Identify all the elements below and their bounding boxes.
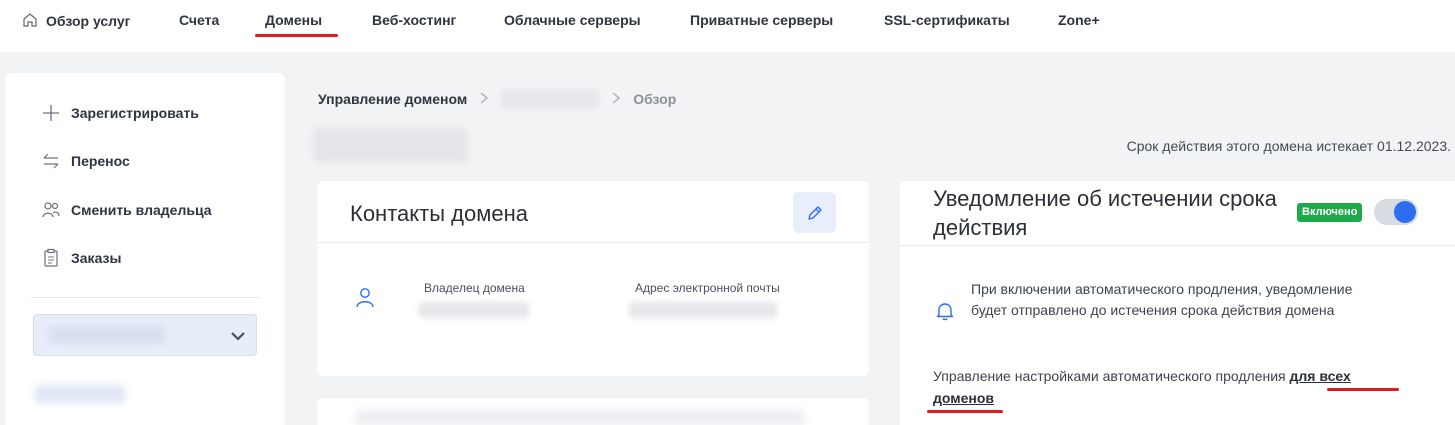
sidebar-item-label: Перенос	[71, 153, 130, 169]
redacted-domain-crumb[interactable]	[501, 89, 600, 109]
chevron-right-icon	[479, 91, 489, 108]
users-icon	[42, 202, 60, 218]
breadcrumb-current: Обзор	[633, 91, 677, 107]
nav-item-cloud-servers[interactable]: Облачные серверы	[504, 12, 641, 28]
manage-auto-renew-text: Управление настройками автоматического п…	[933, 365, 1413, 409]
redacted-owner-value	[418, 302, 529, 318]
clipboard-icon	[44, 248, 58, 267]
redacted-page-title	[313, 128, 468, 162]
redacted-domain-value	[48, 326, 166, 344]
nav-item-label: SSL-сертификаты	[884, 12, 1010, 28]
sidebar-item-label: Сменить владельца	[71, 202, 212, 218]
user-icon	[356, 288, 374, 308]
toggle-knob	[1394, 201, 1416, 223]
highlight-underline-domains	[255, 34, 338, 37]
bell-icon	[936, 303, 954, 321]
nav-item-domains[interactable]: Домены	[265, 12, 322, 28]
nav-item-zone-plus[interactable]: Zone+	[1058, 12, 1100, 28]
nav-item-label: Облачные серверы	[504, 12, 641, 28]
card-divider	[317, 242, 869, 243]
nav-item-private-servers[interactable]: Приватные серверы	[690, 12, 833, 28]
nav-item-ssl-certificates[interactable]: SSL-сертификаты	[884, 12, 1010, 28]
status-badge: Включено	[1297, 203, 1363, 222]
plus-icon	[43, 105, 59, 121]
sidebar-item-change-owner[interactable]: Сменить владельца	[41, 200, 212, 220]
nav-item-label: Приватные серверы	[690, 12, 834, 28]
contacts-card-title: Контакты домена	[350, 201, 528, 226]
card-divider	[900, 245, 1455, 246]
transfer-arrows-icon	[43, 153, 59, 169]
sidebar-item-transfer[interactable]: Перенос	[41, 151, 130, 171]
domain-expiry-text: Срок действия этого домена истекает 01.1…	[1126, 138, 1451, 154]
notification-card-title: Уведомление об истечении срока действия	[933, 186, 1277, 240]
nav-item-web-hosting[interactable]: Веб-хостинг	[372, 12, 456, 28]
chevron-right-icon	[611, 91, 621, 108]
redacted-email-value	[629, 302, 777, 318]
sidebar-divider	[31, 297, 259, 298]
sidebar-item-register[interactable]: Зарегистрировать	[41, 103, 199, 123]
owner-label: Владелец домена	[424, 281, 525, 295]
nav-item-label: Веб-хостинг	[372, 12, 457, 28]
highlight-underline-link	[927, 410, 1003, 413]
sidebar: Зарегистрировать Перенос Сменить владель…	[5, 73, 285, 425]
sidebar-item-label: Заказы	[71, 250, 122, 266]
nav-item-label: Обзор услуг	[46, 13, 131, 29]
domain-info-card	[317, 398, 869, 425]
manage-text-label: Управление настройками автоматического п…	[933, 368, 1290, 384]
pencil-icon	[807, 205, 822, 220]
edit-contacts-button[interactable]	[793, 192, 836, 233]
top-navigation: Обзор услуг Счета Домены Веб-хостинг Обл…	[0, 0, 1455, 52]
chevron-down-icon	[231, 332, 245, 341]
nav-item-invoices[interactable]: Счета	[179, 12, 219, 28]
nav-item-label: Zone+	[1058, 12, 1100, 28]
email-label: Адрес электронной почты	[635, 281, 780, 295]
domain-contacts-card: Контакты домена Владелец домена Адрес эл…	[317, 181, 869, 376]
sidebar-item-orders[interactable]: Заказы	[41, 248, 121, 268]
redacted-card-title	[355, 410, 805, 425]
nav-item-label: Счета	[179, 12, 220, 28]
auto-renew-info-text: При включении автоматического продления,…	[971, 281, 1353, 318]
nav-item-services-overview[interactable]: Обзор услуг	[22, 12, 131, 31]
redacted-link[interactable]	[35, 385, 125, 403]
expiry-notification-card: Уведомление об истечении срока действия …	[900, 181, 1455, 425]
nav-item-label: Домены	[265, 12, 323, 28]
breadcrumb: Управление доменом Обзор	[318, 89, 676, 109]
breadcrumb-root[interactable]: Управление доменом	[318, 91, 467, 107]
home-icon	[22, 12, 38, 31]
highlight-underline-link	[1327, 388, 1399, 391]
domain-select[interactable]	[33, 314, 257, 356]
notification-toggle[interactable]	[1374, 199, 1418, 225]
sidebar-item-label: Зарегистрировать	[71, 105, 199, 121]
